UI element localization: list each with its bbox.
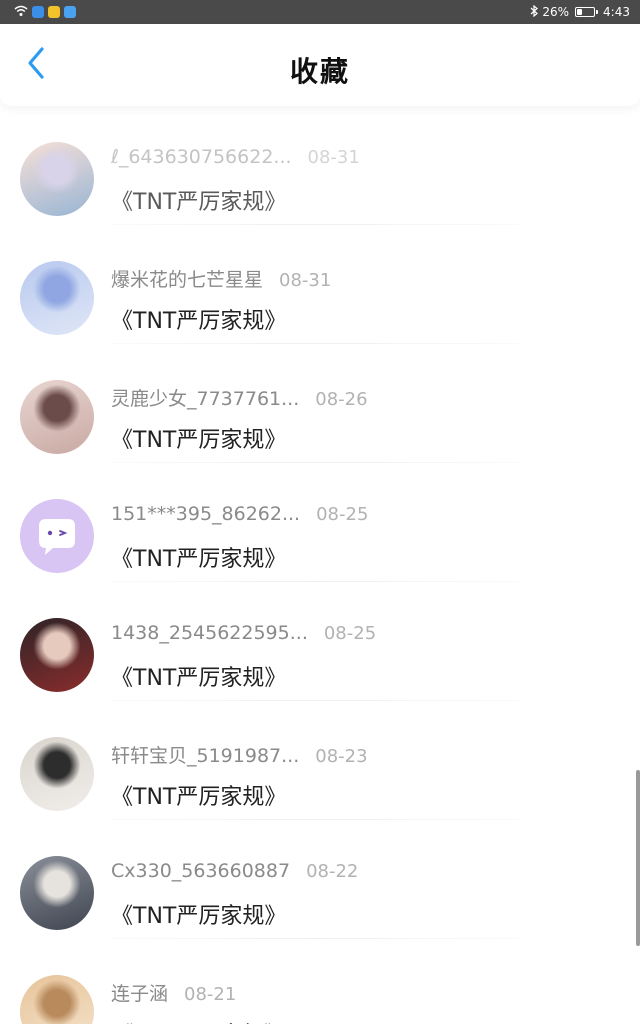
item-meta: 1438_2545622595... 08-25 <box>111 622 376 644</box>
favorite-item[interactable]: 1438_2545622595... 08-25 《TNT严厉家规》 <box>0 582 640 701</box>
status-bar: 26% 4:43 <box>0 0 640 24</box>
favorite-date: 08-25 <box>316 504 369 525</box>
book-title[interactable]: 《TNT严厉家规》 <box>111 303 286 335</box>
favorite-date: 08-25 <box>323 623 377 644</box>
favorite-date: 08-26 <box>315 389 368 410</box>
favorite-item[interactable]: ℓ_643630756622... 08-31 《TNT严厉家规》 <box>0 106 640 225</box>
book-title[interactable]: 《TNT严厉家规》 <box>111 1017 286 1024</box>
favorite-date: 08-22 <box>306 861 359 882</box>
user-avatar[interactable] <box>20 142 94 216</box>
scrollbar-thumb[interactable] <box>636 770 640 946</box>
username[interactable]: 151***395_86262... <box>111 503 300 525</box>
book-title[interactable]: 《TNT严厉家规》 <box>111 184 286 216</box>
user-avatar[interactable] <box>20 499 94 573</box>
notification-app-icon <box>32 6 44 18</box>
item-meta: 爆米花的七芒星星 08-31 <box>111 265 331 292</box>
user-avatar[interactable] <box>20 856 94 930</box>
book-title[interactable]: 《TNT严厉家规》 <box>111 779 286 811</box>
item-meta: Cx330_563660887 08-22 <box>111 860 358 882</box>
wifi-icon <box>14 5 28 20</box>
username[interactable]: 1438_2545622595... <box>111 622 308 644</box>
favorite-item[interactable]: 爆米花的七芒星星 08-31 《TNT严厉家规》 <box>0 225 640 344</box>
favorite-item[interactable]: 灵鹿少女_7737761... 08-26 《TNT严厉家规》 <box>0 344 640 463</box>
item-meta: 151***395_86262... 08-25 <box>111 503 368 525</box>
header: 收藏 <box>0 24 640 106</box>
favorite-date: 08-21 <box>184 984 237 1005</box>
notification-app-icon <box>48 6 60 18</box>
battery-percent: 26% <box>542 5 570 19</box>
user-avatar[interactable] <box>20 618 94 692</box>
chat-bubble-icon <box>20 499 94 573</box>
item-meta: ℓ_643630756622... 08-31 <box>111 146 360 168</box>
status-bar-left <box>14 5 76 20</box>
username[interactable]: 灵鹿少女_7737761... <box>111 384 299 411</box>
bluetooth-icon <box>530 4 539 20</box>
username[interactable]: Cx330_563660887 <box>111 860 290 882</box>
favorite-item[interactable]: 连子涵 08-21 《TNT严厉家规》 <box>0 939 640 1024</box>
book-title[interactable]: 《TNT严厉家规》 <box>111 898 286 930</box>
username[interactable]: 连子涵 <box>111 979 168 1006</box>
username[interactable]: ℓ_643630756622... <box>111 146 292 168</box>
user-avatar[interactable] <box>20 380 94 454</box>
battery-icon <box>575 7 599 17</box>
status-bar-right: 26% 4:43 <box>530 4 630 20</box>
username[interactable]: 轩轩宝贝_5191987... <box>111 741 299 768</box>
book-title[interactable]: 《TNT严厉家规》 <box>111 660 286 692</box>
username[interactable]: 爆米花的七芒星星 <box>111 265 263 292</box>
book-title[interactable]: 《TNT严厉家规》 <box>111 541 286 573</box>
user-avatar[interactable] <box>20 261 94 335</box>
favorite-item[interactable]: Cx330_563660887 08-22 《TNT严厉家规》 <box>0 820 640 939</box>
notification-app-icon <box>64 6 76 18</box>
user-avatar[interactable] <box>20 975 94 1024</box>
favorite-date: 08-31 <box>307 147 360 168</box>
favorite-item[interactable]: 轩轩宝贝_5191987... 08-23 《TNT严厉家规》 <box>0 701 640 820</box>
favorite-date: 08-23 <box>315 746 368 767</box>
battery-fill <box>577 9 582 15</box>
item-meta: 灵鹿少女_7737761... 08-26 <box>111 384 368 411</box>
item-meta: 轩轩宝贝_5191987... 08-23 <box>111 741 368 768</box>
page-title: 收藏 <box>289 55 350 88</box>
favorite-item[interactable]: 151***395_86262... 08-25 《TNT严厉家规》 <box>0 463 640 582</box>
user-avatar[interactable] <box>20 737 94 811</box>
favorite-date: 08-31 <box>279 270 332 291</box>
item-meta: 连子涵 08-21 <box>111 979 236 1006</box>
book-title[interactable]: 《TNT严厉家规》 <box>111 422 286 454</box>
favorites-list[interactable]: ℓ_643630756622... 08-31 《TNT严厉家规》 爆米花的七芒星星 0… <box>0 106 640 1024</box>
clock: 4:43 <box>603 5 630 19</box>
